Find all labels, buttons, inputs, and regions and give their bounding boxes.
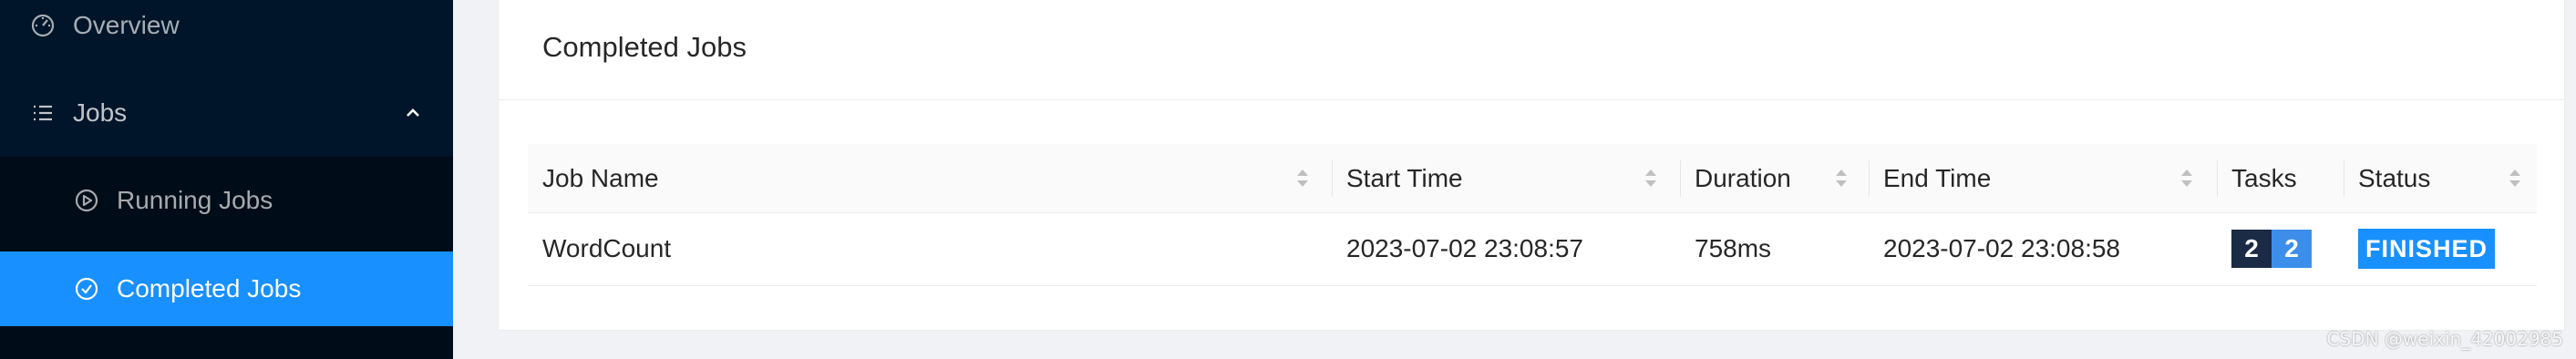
sort-icon[interactable] [1834, 166, 1849, 191]
cell-tasks: 2 2 [2217, 213, 2344, 284]
cell-end-time: 2023-07-02 23:08:58 [1883, 234, 2120, 262]
sidebar-item-running-jobs[interactable]: Running Jobs [0, 175, 453, 226]
sidebar-item-overview[interactable]: Overview [0, 0, 453, 51]
cell-start-time: 2023-07-02 23:08:57 [1346, 234, 1583, 262]
sidebar-item-completed-jobs[interactable]: Completed Jobs [0, 251, 453, 326]
cell-duration: 758ms [1695, 234, 1772, 262]
play-circle-icon [73, 187, 100, 214]
task-count-badge: 2 [2272, 230, 2312, 268]
column-header-duration[interactable]: Duration [1680, 144, 1869, 213]
sort-icon[interactable] [2179, 166, 2194, 191]
sidebar-item-label: Jobs [73, 98, 128, 127]
sort-icon[interactable] [2508, 166, 2522, 191]
watermark: CSDN @weixin_42002985 [2326, 328, 2563, 350]
column-header-status[interactable]: Status [2344, 144, 2537, 213]
sidebar: Overview Jobs Running Jobs Completed Job… [0, 0, 453, 359]
completed-jobs-table: Job Name Start Time Duration End Time Ta… [528, 144, 2537, 286]
dashboard-icon [29, 12, 57, 39]
completed-jobs-card: Completed Jobs Job Name Start Time Durat… [498, 0, 2565, 331]
column-header-end-time[interactable]: End Time [1869, 144, 2217, 213]
task-counts: 2 2 [2231, 230, 2312, 268]
sort-icon[interactable] [1295, 166, 1310, 191]
cell-job-name: WordCount [542, 234, 672, 262]
sidebar-item-jobs[interactable]: Jobs [0, 87, 453, 138]
column-header-tasks: Tasks [2231, 164, 2297, 192]
status-badge: FINISHED [2358, 229, 2496, 269]
list-icon [29, 99, 57, 127]
sidebar-item-label: Completed Jobs [117, 274, 302, 303]
task-count-badge: 2 [2231, 230, 2272, 268]
cell-status: FINISHED [2344, 213, 2537, 284]
check-circle-icon [73, 275, 100, 303]
page-title: Completed Jobs [542, 31, 747, 63]
table-header: Job Name Start Time Duration End Time Ta… [528, 144, 2537, 213]
sidebar-item-label: Running Jobs [117, 186, 273, 214]
sort-icon[interactable] [1643, 166, 1658, 191]
sidebar-item-label: Overview [73, 11, 180, 39]
column-header-start-time[interactable]: Start Time [1332, 144, 1680, 213]
table-row[interactable]: WordCount 2023-07-02 23:08:57 758ms 2023… [528, 213, 2537, 286]
chevron-up-icon [399, 99, 427, 127]
card-divider [499, 99, 2564, 100]
column-header-job-name[interactable]: Job Name [528, 144, 1332, 213]
